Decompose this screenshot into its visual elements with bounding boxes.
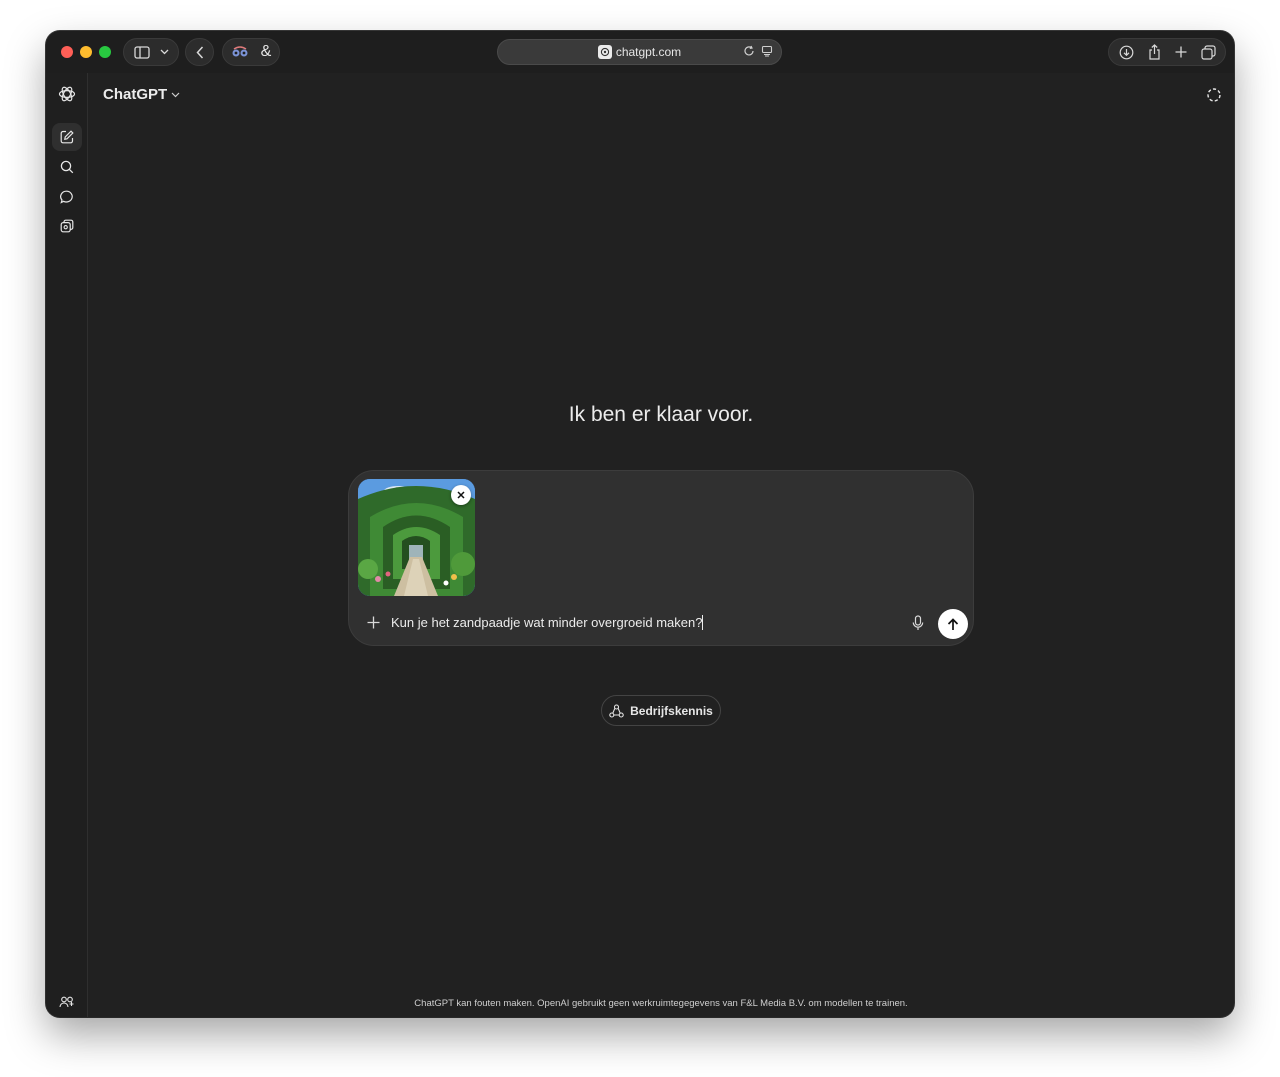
back-arrow-icon (195, 45, 204, 59)
microphone-icon (912, 615, 924, 630)
model-selector[interactable]: ChatGPT (103, 86, 180, 103)
chat-bubble-icon (60, 190, 74, 204)
close-icon (457, 491, 465, 499)
page-headline: Ik ben er klaar voor. (568, 403, 754, 426)
remove-attachment-button[interactable] (451, 485, 471, 505)
prompt-input[interactable]: Kun je het zandpaadje wat minder overgro… (391, 615, 704, 630)
zoom-window-button[interactable] (99, 46, 111, 58)
dictate-button[interactable] (908, 613, 928, 633)
chip-label: Bedrijfskennis (630, 703, 713, 718)
new-tab-icon[interactable] (1175, 46, 1187, 58)
browser-actions-group (1108, 38, 1226, 66)
back-button[interactable] (185, 38, 214, 66)
minimize-window-button[interactable] (80, 46, 92, 58)
chats-button[interactable] (52, 183, 82, 211)
plus-icon (367, 616, 379, 628)
openai-logo-icon[interactable] (58, 85, 76, 108)
company-knowledge-chip[interactable]: Bedrijfskennis (601, 695, 721, 726)
url-text: chatgpt.com (615, 45, 682, 59)
library-button[interactable] (52, 212, 82, 240)
new-chat-icon (60, 130, 74, 144)
extensions-group: & (222, 38, 280, 66)
sidebar-toggle-icon[interactable] (133, 45, 150, 59)
app-title-text: ChatGPT (103, 86, 168, 103)
sidebar (46, 73, 88, 1017)
address-bar[interactable]: chatgpt.com (497, 39, 782, 65)
library-icon (60, 219, 74, 233)
tab-overview-icon[interactable] (1200, 44, 1216, 60)
prompt-text: Kun je het zandpaadje wat minder overgro… (391, 615, 703, 630)
reload-icon[interactable] (743, 45, 755, 57)
sidebar-toggle-group[interactable] (123, 38, 179, 66)
attached-image-thumbnail[interactable] (358, 479, 475, 596)
disclaimer-text: ChatGPT kan fouten maken. OpenAI gebruik… (414, 998, 908, 1009)
team-icon[interactable] (59, 995, 75, 1013)
add-attachment-button[interactable] (362, 611, 384, 633)
browser-toolbar: & chatgpt.com (46, 31, 1234, 73)
close-window-button[interactable] (61, 46, 73, 58)
prompt-composer[interactable]: Kun je het zandpaadje wat minder overgro… (348, 470, 974, 646)
chevron-down-icon (171, 92, 180, 98)
text-caret (702, 615, 704, 630)
chevron-down-icon[interactable] (160, 49, 169, 55)
temporary-chat-icon[interactable] (1206, 87, 1222, 108)
arrow-up-icon (947, 617, 959, 630)
search-chats-button[interactable] (52, 153, 82, 181)
privacy-extension-icon[interactable] (231, 45, 249, 59)
new-chat-button[interactable] (52, 123, 82, 151)
browser-window: & chatgpt.com ChatGPT Ik ben er klaar vo… (46, 31, 1234, 1017)
company-knowledge-icon (609, 703, 624, 718)
share-icon[interactable] (1148, 44, 1161, 60)
search-icon (60, 160, 74, 174)
reader-mode-icon[interactable] (761, 45, 773, 57)
ampersand-extension-button[interactable]: & (261, 43, 272, 61)
site-favicon-icon (597, 45, 612, 59)
download-icon[interactable] (1119, 45, 1134, 60)
send-button[interactable] (938, 609, 968, 639)
